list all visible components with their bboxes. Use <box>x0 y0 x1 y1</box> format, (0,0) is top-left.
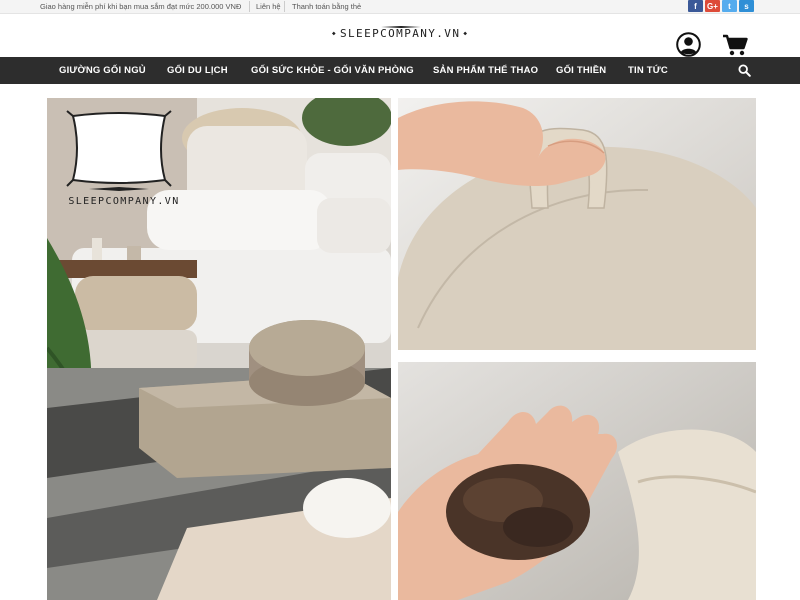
nav-item-goi-thien[interactable]: GỐI THIỀN <box>556 65 606 76</box>
cushion-handle-image[interactable] <box>398 98 756 350</box>
brand-watermark: SLEEPCOMPANY.VN <box>59 108 179 207</box>
free-shipping-promo: Giao hàng miễn phí khi bạn mua sắm đạt m… <box>40 2 242 11</box>
site-logo[interactable]: ◆ SLEEPCOMPANY.VN ◆ <box>332 27 468 40</box>
logo-text: SLEEPCOMPANY.VN <box>340 27 461 40</box>
payment-link[interactable]: Thanh toán bằng thẻ <box>292 2 361 11</box>
nav-item-tin-tuc[interactable]: TIN TỨC <box>628 65 668 76</box>
user-account-icon[interactable] <box>676 32 701 57</box>
logo-diamond-icon: ◆ <box>463 30 469 37</box>
search-icon[interactable] <box>738 64 751 77</box>
shopping-cart-icon[interactable] <box>722 34 748 56</box>
contact-link[interactable]: Liên hệ <box>256 2 281 11</box>
logo-diamond-icon: ◆ <box>332 30 338 37</box>
top-info-bar: Giao hàng miễn phí khi bạn mua sắm đạt m… <box>0 0 800 14</box>
nav-item-san-pham-the-thao[interactable]: SẢN PHẨM THỂ THAO <box>433 65 538 76</box>
divider <box>284 1 285 12</box>
buckwheat-hulls-image[interactable] <box>398 362 756 600</box>
logo-ornament-icon <box>381 26 421 28</box>
nav-item-goi-suc-khoe[interactable]: GỐI SỨC KHỎE - GỐI VĂN PHÒNG <box>251 65 414 76</box>
main-navigation: GIƯỜNG GỐI NGỦ GỐI DU LỊCH GỐI SỨC KHỎE … <box>0 57 800 84</box>
divider <box>249 1 250 12</box>
watermark-text: SLEEPCOMPANY.VN <box>68 196 180 207</box>
nav-item-giuong-goi-ngu[interactable]: GIƯỜNG GỐI NGỦ <box>59 65 146 76</box>
pillow-logo-icon <box>66 110 172 191</box>
lifestyle-meditation-cushion-image[interactable]: SLEEPCOMPANY.VN <box>47 98 391 600</box>
skype-icon[interactable]: s <box>739 0 754 12</box>
google-plus-icon[interactable]: G+ <box>705 0 720 12</box>
social-links: f G+ t s <box>688 0 754 12</box>
facebook-icon[interactable]: f <box>688 0 703 12</box>
nav-item-goi-du-lich[interactable]: GỐI DU LỊCH <box>167 65 228 76</box>
twitter-icon[interactable]: t <box>722 0 737 12</box>
